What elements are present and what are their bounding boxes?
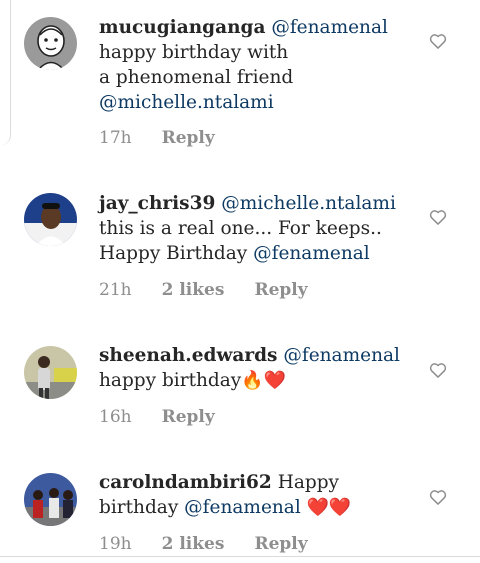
comment-username[interactable]: sheenah.edwards [99,345,277,366]
like-heart-icon[interactable] [428,487,448,507]
thread-connector-line [0,0,11,145]
comment-line: this is a real one... For keeps.. [99,218,382,239]
comment-timestamp: 16h [99,407,132,427]
divider [0,556,480,557]
likes-count[interactable]: 2 likes [162,534,225,554]
comment-timestamp: 21h [99,280,132,300]
comment-meta: 19h 2 likes Reply [99,534,308,554]
fire-heart-emoji: 🔥❤️ [241,370,287,391]
comment-username[interactable]: carolndambiri62 [99,472,272,493]
comment-line: happy birthday [99,370,242,391]
mention-link[interactable]: @fenamenal [184,497,301,518]
reply-button[interactable]: Reply [162,128,215,148]
comment-timestamp: 19h [99,534,132,554]
likes-count[interactable]: 2 likes [162,280,225,300]
mention-link[interactable]: @fenamenal [271,17,388,38]
avatar[interactable] [24,193,77,246]
comment-text: carolndambiri62 Happy birthday @fenamena… [99,470,419,520]
comment-meta: 17h Reply [99,128,215,148]
hearts-emoji: ❤️❤️ [300,497,352,518]
mention-link[interactable]: @fenamenal [283,345,400,366]
comment-meta: 21h 2 likes Reply [99,280,308,300]
comment-username[interactable]: mucugianganga [99,17,265,38]
mention-link[interactable]: @michelle.ntalami [221,193,396,214]
like-heart-icon[interactable] [428,360,448,380]
comment-line: Happy Birthday [99,243,254,264]
comment-line: birthday [99,497,185,518]
comment-text: jay_chris39 @michelle.ntalami this is a … [99,191,419,266]
avatar[interactable] [24,17,77,70]
reply-button[interactable]: Reply [254,280,307,300]
mention-link[interactable]: @fenamenal [253,243,370,264]
comment-line: Happy [277,472,339,493]
avatar[interactable] [24,473,77,526]
comment-username[interactable]: jay_chris39 [99,193,215,214]
comment-text: sheenah.edwards @fenamenal happy birthda… [99,343,419,393]
comment-timestamp: 17h [99,128,132,148]
comment-text: mucugianganga @fenamenal happy birthday … [99,15,419,115]
like-heart-icon[interactable] [428,31,448,51]
like-heart-icon[interactable] [428,207,448,227]
avatar[interactable] [24,346,77,399]
comment-meta: 16h Reply [99,407,215,427]
comment-line: happy birthday with [99,42,289,63]
reply-button[interactable]: Reply [254,534,307,554]
comment-line: a phenomenal friend [99,67,294,88]
reply-button[interactable]: Reply [162,407,215,427]
mention-link[interactable]: @michelle.ntalami [99,92,274,113]
